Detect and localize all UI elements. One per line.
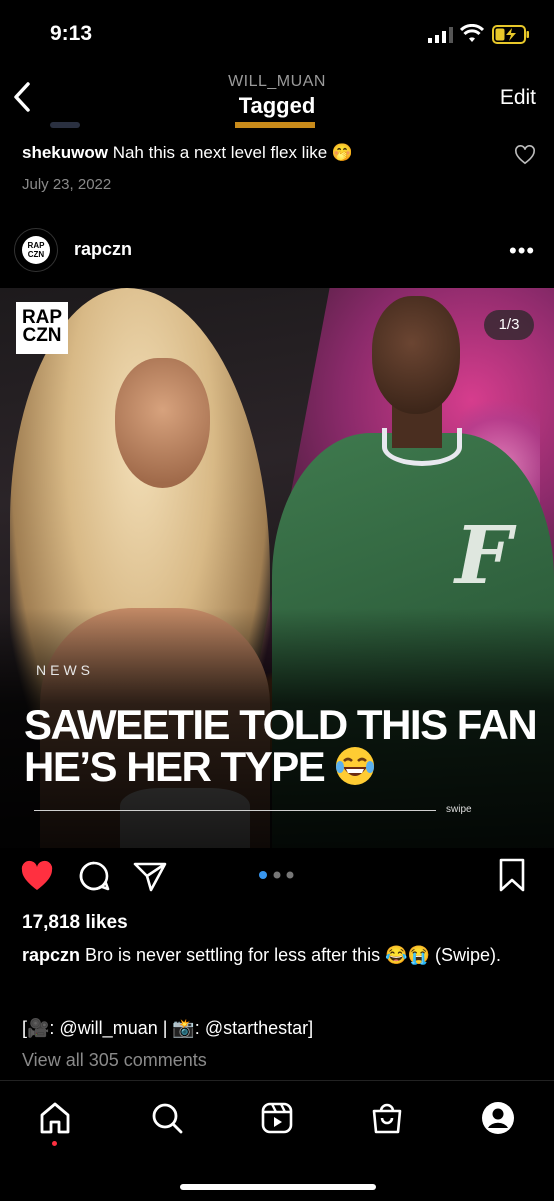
more-icon[interactable]: ••• bbox=[509, 238, 535, 264]
laughing-emoji-icon bbox=[336, 747, 375, 785]
heart-icon[interactable] bbox=[20, 860, 54, 892]
avatar-logo: RAP CZN bbox=[22, 236, 50, 264]
overlay-headline: SAWEETIE TOLD THIS FAN HE’S HER TYPE bbox=[24, 701, 544, 790]
search-icon[interactable] bbox=[150, 1101, 184, 1135]
overlay-label: NEWS bbox=[36, 662, 94, 678]
caption: rapczn Bro is never settling for less af… bbox=[22, 944, 532, 967]
logo-line2: CZN bbox=[22, 325, 62, 346]
notification-dot bbox=[52, 1141, 57, 1146]
comment-username[interactable]: shekuwow bbox=[22, 143, 108, 162]
shirt-logo: F bbox=[455, 508, 512, 602]
swipe-label: swipe bbox=[446, 804, 472, 815]
carousel-dots bbox=[259, 871, 294, 879]
comment-date: July 23, 2022 bbox=[22, 176, 112, 193]
comment-icon[interactable] bbox=[78, 860, 110, 892]
home-indicator bbox=[180, 1184, 376, 1190]
rapczn-logo: RAP CZN bbox=[16, 302, 68, 354]
caption-text: Bro is never settling for less after thi… bbox=[80, 945, 501, 965]
wifi-icon bbox=[460, 24, 484, 42]
share-icon[interactable] bbox=[133, 860, 167, 892]
header-account: WILL_MUAN bbox=[228, 73, 326, 90]
comment-row: shekuwow Nah this a next level flex like… bbox=[22, 143, 353, 163]
status-time: 9:13 bbox=[50, 22, 93, 45]
profile-icon[interactable] bbox=[481, 1101, 515, 1135]
avatar[interactable]: RAP CZN bbox=[14, 228, 58, 272]
post-image[interactable]: F RAP CZN 1/3 NEWS SAWEETIE TOLD THIS FA… bbox=[0, 288, 554, 848]
divider-line bbox=[34, 810, 436, 811]
view-all-comments-link[interactable]: View all 305 comments bbox=[22, 1050, 207, 1071]
bookmark-icon[interactable] bbox=[498, 858, 526, 892]
caption-username[interactable]: rapczn bbox=[22, 945, 80, 965]
previous-post-image-edge bbox=[50, 122, 315, 128]
shop-icon[interactable] bbox=[370, 1101, 404, 1135]
headline-text: SAWEETIE TOLD THIS FAN HE’S HER TYPE bbox=[24, 701, 538, 790]
comment-text: Nah this a next level flex like 🤭 bbox=[107, 143, 354, 162]
comment-like-icon[interactable] bbox=[514, 145, 536, 165]
bottom-nav bbox=[0, 1080, 554, 1201]
page-title: Tagged bbox=[238, 93, 316, 118]
reels-icon[interactable] bbox=[260, 1101, 294, 1135]
woman-face bbox=[115, 358, 210, 488]
edit-button[interactable]: Edit bbox=[500, 86, 536, 110]
carousel-counter: 1/3 bbox=[484, 310, 534, 340]
post-username[interactable]: rapczn bbox=[74, 239, 132, 260]
like-count[interactable]: 17,818 likes bbox=[22, 912, 128, 934]
man-chain bbox=[382, 428, 462, 466]
caption-credits: [🎥: @will_muan | 📸: @starthestar] bbox=[22, 1018, 314, 1038]
battery-icon bbox=[492, 25, 529, 44]
man-head bbox=[372, 296, 460, 414]
signal-icon bbox=[428, 27, 453, 43]
home-icon[interactable] bbox=[38, 1101, 72, 1135]
